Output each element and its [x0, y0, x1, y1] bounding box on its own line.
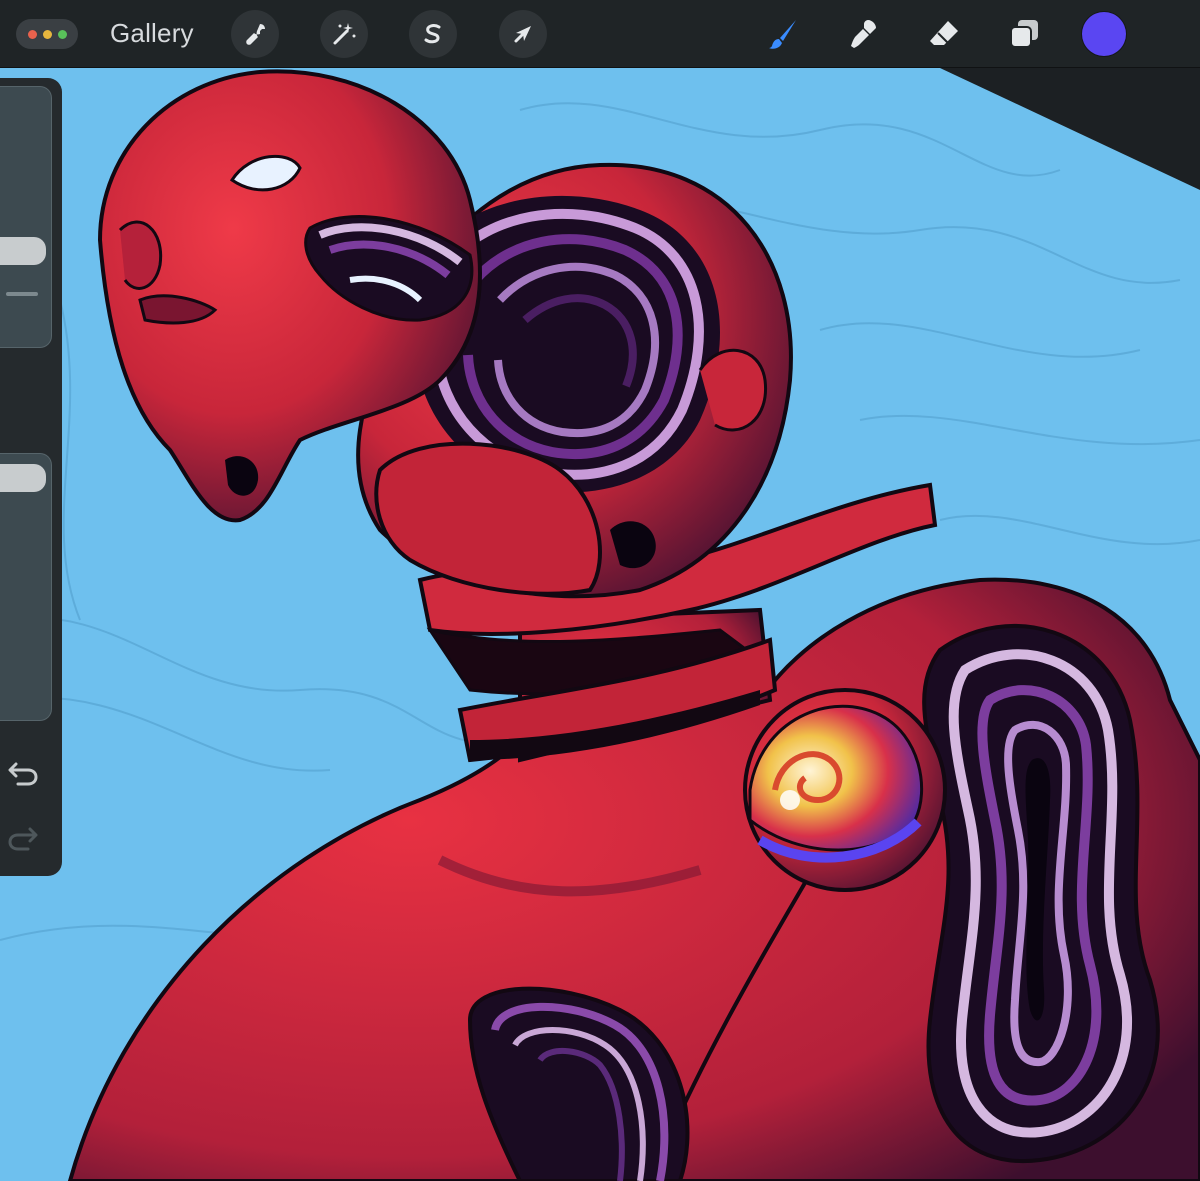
window-dot-red	[27, 29, 37, 39]
selection-s-icon	[424, 24, 441, 44]
brush-size-slider[interactable]	[0, 86, 52, 348]
artwork	[0, 68, 1200, 1181]
magic-wand-icon	[333, 23, 356, 45]
brush-size-thumb[interactable]	[0, 237, 46, 265]
transform-button[interactable]	[499, 10, 547, 58]
window-dot-green	[57, 29, 67, 39]
eraser-icon	[930, 21, 958, 45]
layers-icon	[1010, 20, 1038, 48]
shoulder-swirl	[922, 624, 1160, 1164]
brush-icon	[769, 20, 796, 49]
opacity-slider[interactable]	[0, 453, 52, 721]
color-picker-button[interactable]	[1082, 12, 1126, 56]
canvas-edge	[940, 68, 1200, 190]
window-dot-yellow	[42, 29, 52, 39]
selection-button[interactable]	[409, 10, 457, 58]
gallery-button[interactable]: Gallery	[110, 18, 194, 49]
window-dots-button[interactable]	[16, 19, 78, 49]
adjustments-button[interactable]	[320, 10, 368, 58]
undo-icon[interactable]	[6, 758, 40, 788]
opacity-thumb[interactable]	[0, 464, 46, 492]
drawing-canvas[interactable]	[0, 0, 1200, 1181]
eraser-tool-button[interactable]	[922, 12, 966, 56]
layers-button[interactable]	[1002, 12, 1046, 56]
actions-button[interactable]	[231, 10, 279, 58]
top-toolbar: Gallery	[0, 0, 1200, 68]
brush-size-marker	[6, 292, 38, 296]
brush-tool-button[interactable]	[762, 12, 806, 56]
arrow-cursor-icon	[514, 26, 531, 43]
left-sidebar	[0, 78, 62, 876]
eye-orb	[743, 688, 947, 892]
redo-icon[interactable]	[6, 823, 40, 853]
wrench-icon	[246, 24, 265, 45]
smudge-tool-button[interactable]	[842, 12, 886, 56]
smudge-icon	[851, 20, 876, 48]
